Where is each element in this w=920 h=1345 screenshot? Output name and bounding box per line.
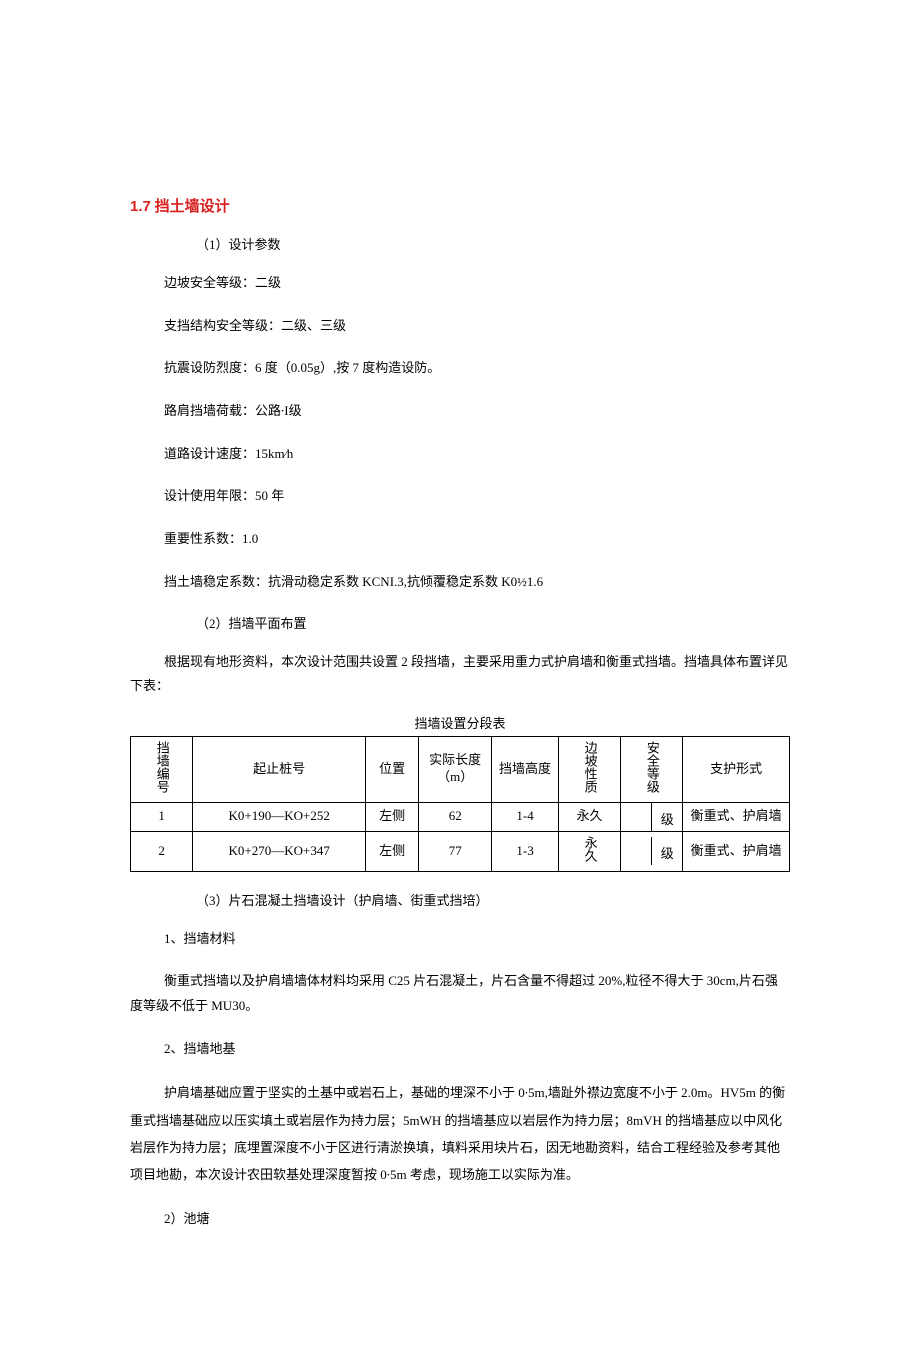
foundation-label: 2、挡墙地基 [164,1037,790,1062]
param-line: 道路设计速度：15km∕h [164,442,790,467]
cell-length: 77 [419,831,492,871]
cell-safety: 级 [621,802,683,831]
cell-range: K0+270—KO+347 [193,831,366,871]
param-line: 设计使用年限：50 年 [164,484,790,509]
material-text: 衡重式挡墙以及护肩墙墙体材料均采用 C25 片石混凝土，片石含量不得超过 20%… [130,969,790,1018]
cell-safety: 级 [621,831,683,871]
segment-table: 挡墙编号 起止桩号 位置 实际长度（m） 挡墙高度 边坡性质 安全等级 支护形式… [130,736,790,872]
param-line: 抗震设防烈度：6 度（0.05g）,按 7 度构造设防。 [164,356,790,381]
cell-form: 衡重式、护肩墙 [683,831,790,871]
param-line: 重要性系数：1.0 [164,527,790,552]
sec3-label: （3）片石混凝土挡墙设计（护肩墙、街重式挡培） [196,890,790,909]
table-header-row: 挡墙编号 起止桩号 位置 实际长度（m） 挡墙高度 边坡性质 安全等级 支护形式 [131,736,790,802]
th-location: 位置 [366,736,419,802]
param-line: 边坡安全等级：二级 [164,271,790,296]
cell-height: 1-4 [492,802,559,831]
cell-form: 衡重式、护肩墙 [683,802,790,831]
cell-height: 1-3 [492,831,559,871]
th-safety: 安全等级 [621,736,683,802]
cell-range: K0+190—KO+252 [193,802,366,831]
cell-id: 2 [131,831,193,871]
th-length: 实际长度（m） [419,736,492,802]
heading-title: 挡土墙设计 [155,199,230,215]
cell-location: 左侧 [366,831,419,871]
param-line: 挡土墙稳定系数：抗滑动稳定系数 KCNI.3,抗倾覆稳定系数 K0½1.6 [164,570,790,595]
cell-nature: 永久 [558,831,620,871]
th-height: 挡墙高度 [492,736,559,802]
section-heading: 1.7 挡土墙设计 [130,195,790,216]
th-nature: 边坡性质 [558,736,620,802]
th-range: 起止桩号 [193,736,366,802]
layout-label: （2）挡墙平面布置 [196,613,790,632]
pond-label: 2）池塘 [164,1207,790,1232]
layout-text: 根据现有地形资料，本次设计范围共设置 2 段挡墙，主要采用重力式护肩墙和衡重式挡… [130,650,790,699]
cell-location: 左侧 [366,802,419,831]
th-id: 挡墙编号 [131,736,193,802]
param-line: 路肩挡墙荷载：公路∙I级 [164,399,790,424]
param-line: 支挡结构安全等级：二级、三级 [164,314,790,339]
cell-length: 62 [419,802,492,831]
cell-nature: 永久 [558,802,620,831]
table-title: 挡墙设置分段表 [130,713,790,732]
cell-id: 1 [131,802,193,831]
material-label: 1、挡墙材料 [164,927,790,952]
foundation-text: 护肩墙基础应置于坚实的土基中或岩石上，基础的埋深不小于 0∙5m,墙趾外襟边宽度… [130,1079,790,1188]
heading-number: 1.7 [130,198,151,215]
table-row: 1 K0+190—KO+252 左侧 62 1-4 永久 级 衡重式、护肩墙 [131,802,790,831]
table-row: 2 K0+270—KO+347 左侧 77 1-3 永久 级 衡重式、护肩墙 [131,831,790,871]
design-params-label: （1）设计参数 [196,234,790,253]
th-form: 支护形式 [683,736,790,802]
